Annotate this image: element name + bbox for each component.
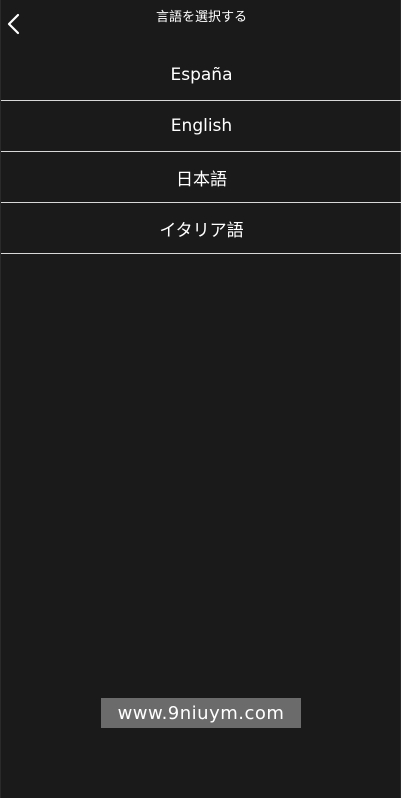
language-option-italian[interactable]: イタリア語	[1, 203, 401, 254]
watermark: www.9niuym.com	[101, 698, 301, 728]
language-list: España English 日本語 イタリア語	[1, 50, 401, 254]
language-option-japanese[interactable]: 日本語	[1, 152, 401, 203]
language-option-spain[interactable]: España	[1, 50, 401, 101]
header: 言語を選択する	[1, 0, 401, 50]
language-option-english[interactable]: English	[1, 101, 401, 152]
page-title: 言語を選択する	[155, 10, 247, 25]
language-select-screen: 言語を選択する España English 日本語 イタリア語 www.9ni…	[0, 0, 401, 798]
